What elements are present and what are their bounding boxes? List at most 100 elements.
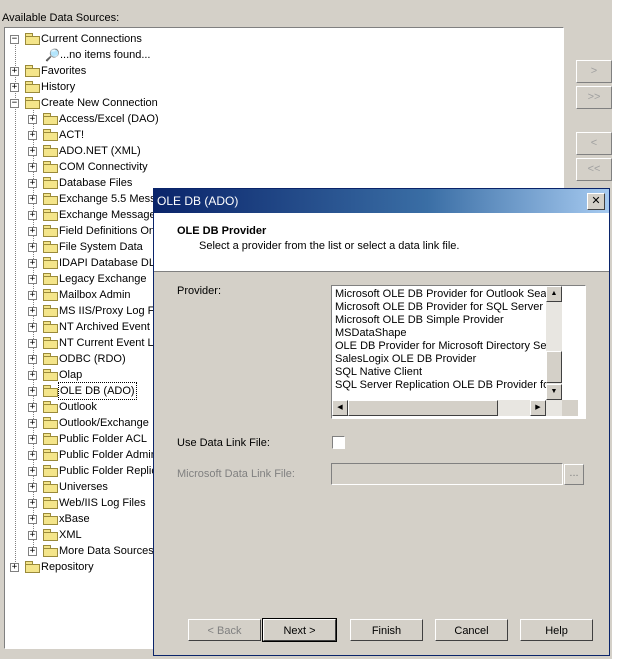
expand-icon[interactable]: + <box>28 307 37 316</box>
expand-icon[interactable]: + <box>28 355 37 364</box>
expand-icon[interactable]: + <box>28 115 37 124</box>
tree-item-label: IDAPI Database DL <box>59 257 155 269</box>
tree-item-label: Exchange 5.5 Mess <box>59 193 156 205</box>
provider-horizontal-scrollbar[interactable]: ◀ ▶ <box>332 400 562 416</box>
scroll-down-icon[interactable]: ▼ <box>546 384 562 400</box>
expand-icon[interactable]: + <box>28 339 37 348</box>
expand-icon[interactable]: + <box>28 403 37 412</box>
browse-button[interactable]: ... <box>564 464 584 485</box>
finish-button[interactable]: Finish <box>350 619 423 641</box>
expand-icon[interactable]: + <box>28 515 37 524</box>
close-icon[interactable]: ✕ <box>587 193 605 210</box>
remove-button[interactable]: < <box>576 132 612 155</box>
folder-icon <box>25 81 40 93</box>
collapse-icon[interactable]: − <box>10 35 19 44</box>
tree-item-label: Public Folder Admin <box>59 449 157 461</box>
available-data-sources-label: Available Data Sources: <box>2 12 120 24</box>
provider-vertical-scrollbar[interactable]: ▲ ▼ <box>546 286 562 400</box>
dialog-titlebar[interactable]: OLE DB (ADO) ✕ <box>154 189 609 213</box>
tree-item-label: Public Folder Replic <box>59 465 157 477</box>
use-data-link-checkbox[interactable] <box>332 436 345 449</box>
expand-icon[interactable]: + <box>28 147 37 156</box>
expand-icon[interactable]: + <box>28 179 37 188</box>
tree-item-label: Repository <box>41 561 94 573</box>
expand-icon[interactable]: + <box>28 451 37 460</box>
tree-item-label: Public Folder ACL <box>59 433 148 445</box>
tree-item-label: xBase <box>59 513 90 525</box>
expand-icon[interactable]: + <box>10 83 19 92</box>
dialog-title: OLE DB (ADO) <box>157 194 239 208</box>
expand-icon[interactable]: + <box>10 67 19 76</box>
back-button[interactable]: < Back <box>188 619 261 641</box>
folder-icon <box>43 545 58 557</box>
expand-icon[interactable]: + <box>28 371 37 380</box>
folder-icon <box>43 113 58 125</box>
tree-item-label: File System Data <box>59 241 143 253</box>
provider-list-item[interactable]: Microsoft OLE DB Simple Provider <box>335 314 547 327</box>
folder-icon <box>43 529 58 541</box>
expand-icon[interactable]: + <box>28 531 37 540</box>
folder-icon <box>43 417 58 429</box>
next-button[interactable]: Next > <box>262 618 337 642</box>
provider-list-item[interactable]: OLE DB Provider for Microsoft Directory … <box>335 340 547 353</box>
provider-listbox[interactable]: Microsoft OLE DB Provider for Outlook Se… <box>331 285 586 419</box>
ole-db-dialog: OLE DB (ADO) ✕ OLE DB Provider Select a … <box>153 188 610 656</box>
folder-icon <box>43 305 58 317</box>
cancel-button[interactable]: Cancel <box>435 619 508 641</box>
provider-list-item[interactable]: Microsoft OLE DB Provider for SQL Server <box>335 301 547 314</box>
expand-icon[interactable]: + <box>28 547 37 556</box>
add-button[interactable]: > <box>576 60 612 83</box>
expand-icon[interactable]: + <box>28 163 37 172</box>
expand-icon[interactable]: + <box>28 259 37 268</box>
folder-icon <box>43 385 58 397</box>
expand-icon[interactable]: + <box>28 227 37 236</box>
tree-item-label: Field Definitions On <box>59 225 155 237</box>
tree-item-label: Current Connections <box>41 33 142 45</box>
expand-icon[interactable]: + <box>28 275 37 284</box>
remove-all-button[interactable]: << <box>576 158 612 181</box>
expand-icon[interactable]: + <box>28 291 37 300</box>
expand-icon[interactable]: + <box>28 323 37 332</box>
scroll-left-icon[interactable]: ◀ <box>332 400 348 416</box>
folder-icon <box>43 481 58 493</box>
expand-icon[interactable]: + <box>28 499 37 508</box>
folder-icon <box>43 241 58 253</box>
folder-icon <box>43 497 58 509</box>
add-all-button[interactable]: >> <box>576 86 612 109</box>
scroll-up-icon[interactable]: ▲ <box>546 286 562 302</box>
vertical-scroll-thumb[interactable] <box>546 351 562 383</box>
help-button[interactable]: Help <box>520 619 593 641</box>
use-data-link-label: Use Data Link File: <box>177 437 270 449</box>
tree-item-label: Exchange Message <box>59 209 156 221</box>
folder-icon <box>43 433 58 445</box>
provider-list-item[interactable]: MSDataShape <box>335 327 547 340</box>
folder-icon <box>43 193 58 205</box>
expand-icon[interactable]: + <box>28 435 37 444</box>
horizontal-scroll-thumb[interactable] <box>348 400 498 416</box>
folder-icon <box>43 257 58 269</box>
expand-icon[interactable]: + <box>28 467 37 476</box>
expand-icon[interactable]: + <box>28 195 37 204</box>
expand-icon[interactable]: + <box>28 387 37 396</box>
scroll-right-icon[interactable]: ▶ <box>530 400 546 416</box>
provider-list-item[interactable]: SalesLogix OLE DB Provider <box>335 353 547 366</box>
tree-item-label: Outlook <box>59 401 97 413</box>
provider-list-item[interactable]: Microsoft OLE DB Provider for Outlook Se… <box>335 288 547 301</box>
collapse-icon[interactable]: − <box>10 99 19 108</box>
expand-icon[interactable]: + <box>10 563 19 572</box>
tree-connector-line <box>15 38 16 566</box>
provider-list-item[interactable]: SQL Native Client <box>335 366 547 379</box>
provider-list-item[interactable]: SQL Server Replication OLE DB Provider f… <box>335 379 547 392</box>
expand-icon[interactable]: + <box>28 243 37 252</box>
expand-icon[interactable]: + <box>28 131 37 140</box>
tree-item-label: NT Current Event L <box>59 337 154 349</box>
expand-icon[interactable]: + <box>28 211 37 220</box>
tree-item-label: Create New Connection <box>41 97 158 109</box>
tree-item-label: Outlook/Exchange <box>59 417 149 429</box>
folder-icon <box>25 561 40 573</box>
expand-icon[interactable]: + <box>28 483 37 492</box>
folder-icon <box>43 401 58 413</box>
expand-icon[interactable]: + <box>28 419 37 428</box>
search-icon: 🔎 <box>45 48 60 62</box>
data-link-file-field[interactable] <box>331 463 563 485</box>
